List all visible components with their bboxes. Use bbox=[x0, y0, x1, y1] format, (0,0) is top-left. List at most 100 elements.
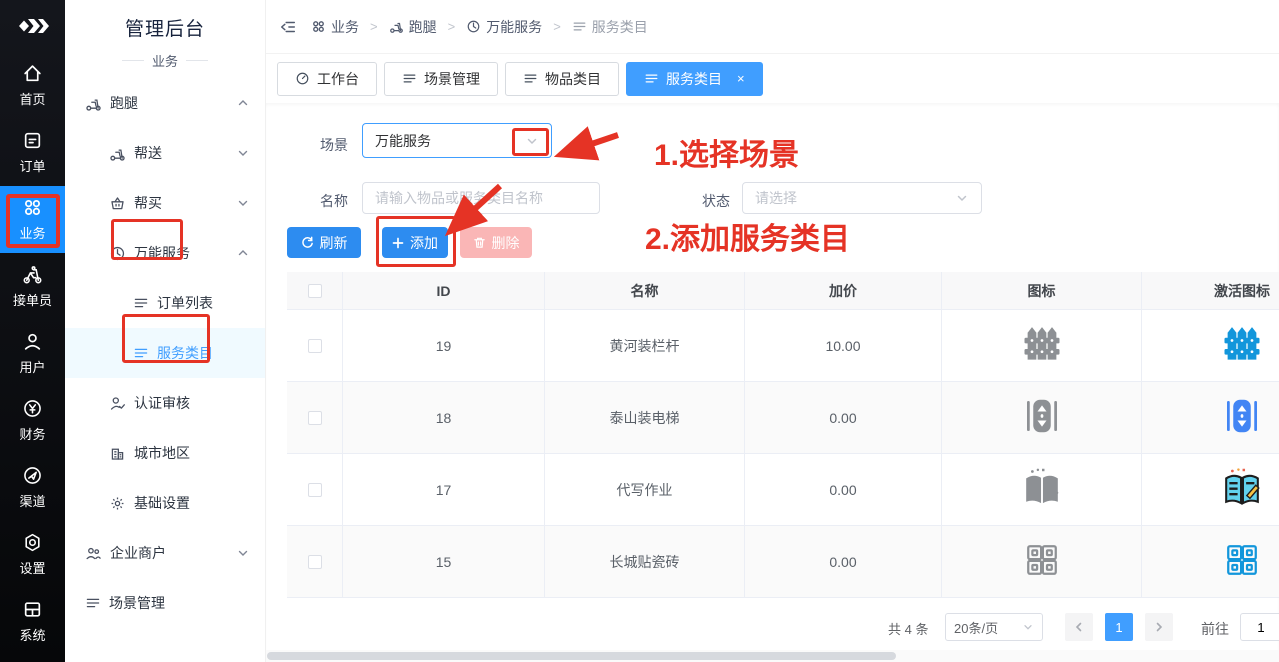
rail-item-settings[interactable]: 设置 bbox=[0, 521, 65, 588]
sidebar-item-paotui[interactable]: 跑腿 bbox=[65, 78, 265, 128]
status-select-placeholder: 请选择 bbox=[755, 188, 797, 208]
rail-item-business[interactable]: 业务 bbox=[0, 186, 65, 253]
plus-icon bbox=[392, 237, 404, 249]
column-header-price: 加价 bbox=[745, 272, 942, 309]
tiles-icon bbox=[1022, 540, 1062, 583]
delete-button-label: 删除 bbox=[492, 233, 520, 253]
tab-close-icon[interactable]: × bbox=[737, 71, 745, 86]
sidebar-item-service-category[interactable]: 服务类目 bbox=[65, 328, 265, 378]
scene-select[interactable]: 万能服务 bbox=[362, 123, 552, 158]
delete-button[interactable]: 删除 bbox=[460, 227, 532, 258]
horizontal-scrollbar[interactable] bbox=[265, 650, 1279, 662]
sidebar-item-order-list[interactable]: 订单列表 bbox=[65, 278, 265, 328]
prev-page-button[interactable] bbox=[1065, 613, 1093, 641]
name-filter-input[interactable] bbox=[375, 190, 587, 206]
row-checkbox[interactable] bbox=[308, 555, 322, 569]
rail-item-channel[interactable]: 渠道 bbox=[0, 454, 65, 521]
row-name: 泰山装电梯 bbox=[545, 382, 745, 453]
sidebar-item-enterprise-merchant[interactable]: 企业商户 bbox=[65, 528, 265, 578]
primary-rail: 首页 订单 业务 接单员 用户 财务 渠道 设置 系统 bbox=[0, 0, 65, 662]
sidebar-item-basic-settings[interactable]: 基础设置 bbox=[65, 478, 265, 528]
breadcrumb-item-business[interactable]: 业务 bbox=[311, 17, 359, 37]
name-label: 名称 bbox=[320, 191, 348, 211]
row-checkbox[interactable] bbox=[308, 411, 322, 425]
row-checkbox[interactable] bbox=[308, 339, 322, 353]
goto-label: 前往 bbox=[1201, 619, 1229, 639]
next-page-button[interactable] bbox=[1145, 613, 1173, 641]
finance-icon bbox=[22, 398, 43, 419]
sidebar-item-label: 万能服务 bbox=[134, 243, 190, 263]
scooter-icon bbox=[85, 95, 102, 112]
order-icon bbox=[22, 130, 43, 151]
table-row: 15 长城贴瓷砖 0.00 bbox=[287, 526, 1279, 598]
rail-item-finance[interactable]: 财务 bbox=[0, 387, 65, 454]
sidebar-item-label: 企业商户 bbox=[110, 543, 166, 563]
chevron-down-icon bbox=[955, 191, 969, 205]
sidebar-item-label: 认证审核 bbox=[134, 393, 190, 413]
breadcrumb: 业务 > 跑腿 > 万能服务 > 服务类目 bbox=[311, 17, 648, 37]
rail-item-home[interactable]: 首页 bbox=[0, 52, 65, 119]
business-grid-icon bbox=[311, 19, 326, 34]
row-name: 黄河装栏杆 bbox=[545, 310, 745, 381]
page-size-value: 20条/页 bbox=[954, 618, 998, 637]
pagination-total: 共 4 条 bbox=[888, 619, 928, 638]
sidebar-item-label: 基础设置 bbox=[134, 493, 190, 513]
sidebar-item-label: 帮送 bbox=[134, 143, 162, 163]
elevator-active-icon bbox=[1222, 395, 1262, 440]
app-title: 管理后台 bbox=[65, 0, 265, 41]
chevron-up-icon bbox=[237, 97, 249, 109]
fence-active-icon bbox=[1220, 324, 1264, 367]
scooter-icon bbox=[109, 145, 126, 162]
tab-service-category[interactable]: 服务类目 × bbox=[626, 62, 763, 96]
service-category-table: ID 名称 加价 图标 激活图标 19 黄河装栏杆 10.00 18 bbox=[287, 272, 1279, 598]
refresh-button-label: 刷新 bbox=[320, 233, 348, 253]
refresh-button[interactable]: 刷新 bbox=[287, 227, 361, 258]
page-number-button[interactable]: 1 bbox=[1105, 613, 1133, 641]
sidebar-item-auth-review[interactable]: 认证审核 bbox=[65, 378, 265, 428]
breadcrumb-bar: 业务 > 跑腿 > 万能服务 > 服务类目 bbox=[265, 0, 1279, 54]
sidebar-item-bangmai[interactable]: 帮买 bbox=[65, 178, 265, 228]
chevron-left-icon bbox=[1073, 621, 1085, 633]
pagination: 共 4 条 20条/页 1 前往 bbox=[265, 613, 1279, 641]
table-row: 19 黄河装栏杆 10.00 bbox=[287, 310, 1279, 382]
rail-item-order[interactable]: 订单 bbox=[0, 119, 65, 186]
goto-page-input[interactable] bbox=[1240, 613, 1279, 641]
settings-icon bbox=[22, 532, 43, 553]
tab-workbench[interactable]: 工作台 bbox=[277, 62, 377, 96]
menu-fold-icon[interactable] bbox=[279, 18, 297, 36]
sidebar-item-bangsong[interactable]: 帮送 bbox=[65, 128, 265, 178]
building-icon bbox=[109, 445, 126, 462]
row-name: 代写作业 bbox=[545, 454, 745, 525]
rail-item-system[interactable]: 系统 bbox=[0, 588, 65, 655]
app-logo[interactable] bbox=[0, 0, 65, 52]
fence-icon bbox=[1020, 324, 1064, 367]
sidebar-item-city-region[interactable]: 城市地区 bbox=[65, 428, 265, 478]
sidebar-item-scene-management[interactable]: 场景管理 bbox=[65, 578, 265, 628]
tab-goods-category[interactable]: 物品类目 bbox=[505, 62, 619, 96]
universal-service-icon bbox=[109, 245, 126, 262]
rail-item-label: 渠道 bbox=[19, 491, 45, 510]
row-checkbox[interactable] bbox=[308, 483, 322, 497]
table-row: 18 泰山装电梯 0.00 bbox=[287, 382, 1279, 454]
row-id: 17 bbox=[343, 454, 545, 525]
column-header-active-icon: 激活图标 bbox=[1142, 272, 1279, 309]
horizontal-scrollbar-thumb[interactable] bbox=[267, 652, 896, 660]
select-all-checkbox[interactable] bbox=[308, 284, 322, 298]
row-name: 长城贴瓷砖 bbox=[545, 526, 745, 597]
rail-item-courier[interactable]: 接单员 bbox=[0, 253, 65, 320]
tab-scene-management[interactable]: 场景管理 bbox=[384, 62, 498, 96]
chevron-down-icon bbox=[237, 547, 249, 559]
sidebar-menu: 跑腿 帮送 帮买 万能服务 订单列表 服务类目 认证审核 bbox=[65, 78, 265, 628]
chevron-down-icon bbox=[237, 147, 249, 159]
add-button[interactable]: 添加 bbox=[382, 227, 448, 258]
page-size-select[interactable]: 20条/页 bbox=[945, 613, 1043, 641]
list-icon bbox=[402, 71, 417, 86]
status-select[interactable]: 请选择 bbox=[742, 182, 982, 214]
sidebar-item-label: 帮买 bbox=[134, 193, 162, 213]
row-id: 15 bbox=[343, 526, 545, 597]
rail-item-user[interactable]: 用户 bbox=[0, 320, 65, 387]
breadcrumb-item-universal-service[interactable]: 万能服务 bbox=[466, 17, 542, 37]
sidebar-item-universal-service[interactable]: 万能服务 bbox=[65, 228, 265, 278]
tab-label: 服务类目 bbox=[666, 69, 722, 89]
breadcrumb-item-paotui[interactable]: 跑腿 bbox=[389, 17, 437, 37]
